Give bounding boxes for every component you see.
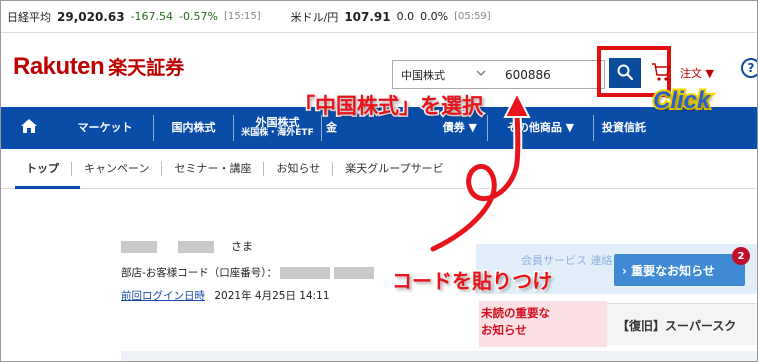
annotation-select-china: 「中国株式」を選択 bbox=[293, 93, 485, 120]
usdjpy-time: [05:59] bbox=[454, 11, 491, 22]
home-icon bbox=[20, 118, 38, 138]
customer-code-label: 部店-お客様コード（口座番号）： bbox=[121, 267, 278, 279]
masked-name bbox=[178, 241, 214, 253]
subnav-seminar[interactable]: セミナー・講座 bbox=[161, 161, 263, 176]
usdjpy-label: 米ドル/円 bbox=[290, 10, 339, 24]
nav-domestic-stock[interactable]: 国内株式 bbox=[153, 115, 233, 141]
nikkei-value: 29,020.63 bbox=[57, 9, 125, 24]
notice-count-badge: 2 bbox=[732, 247, 750, 265]
notice-row-title[interactable]: 【復旧】スーパースク bbox=[617, 317, 736, 334]
active-tab-indicator bbox=[15, 186, 80, 189]
nikkei-label: 日経平均 bbox=[7, 10, 51, 24]
content-band bbox=[121, 351, 757, 361]
unread-notice-text: 未読の重要な お知らせ bbox=[481, 306, 550, 338]
market-ticker: 日経平均 29,020.63 -167.54 -0.57% [15:15] 米ド… bbox=[1, 1, 757, 33]
subnav-top[interactable]: トップ bbox=[14, 162, 71, 176]
honorific: さま bbox=[231, 240, 253, 253]
nav-market[interactable]: マーケット bbox=[57, 115, 153, 141]
last-login-link[interactable]: 前回ログイン日時 bbox=[121, 290, 205, 302]
usdjpy-percent: 0.0% bbox=[420, 10, 449, 23]
chevron-down-icon bbox=[475, 67, 487, 82]
masked-code bbox=[280, 267, 331, 279]
logo-japanese: 楽天証券 bbox=[108, 57, 185, 79]
last-login: 前回ログイン日時 2021年 4月25日 14:11 bbox=[121, 288, 330, 303]
help-icon[interactable]: ? bbox=[741, 58, 757, 78]
last-login-date: 2021年 4月25日 14:11 bbox=[214, 290, 330, 302]
user-name: さま bbox=[121, 238, 253, 254]
customer-code: 部店-お客様コード（口座番号）： bbox=[121, 265, 374, 280]
logo-english: Rakuten bbox=[13, 53, 105, 80]
nikkei-percent: -0.57% bbox=[179, 10, 218, 23]
home-button[interactable] bbox=[1, 107, 57, 149]
annotation-click: Click bbox=[651, 85, 712, 116]
rakuten-logo[interactable]: Rakuten 楽天証券 bbox=[13, 53, 184, 81]
masked-name bbox=[121, 241, 157, 253]
subnav-news[interactable]: お知らせ bbox=[263, 161, 332, 176]
nikkei-time: [15:15] bbox=[223, 11, 261, 22]
cart-icon[interactable] bbox=[651, 61, 671, 83]
usdjpy-change: 0.0 bbox=[396, 10, 415, 23]
important-notice-button[interactable]: › 重要なお知らせ bbox=[614, 254, 745, 286]
masked-code bbox=[333, 267, 374, 279]
sub-nav: トップ キャンペーン セミナー・講座 お知らせ 楽天グループサービ bbox=[1, 149, 757, 189]
nav-investment-trust[interactable]: 投資信託 bbox=[593, 115, 659, 141]
usdjpy-value: 107.91 bbox=[344, 9, 391, 24]
order-menu[interactable]: 注文 ▼ bbox=[680, 65, 714, 81]
annotation-paste-code: コードを貼りつけ bbox=[390, 268, 553, 295]
browser-page: 日経平均 29,020.63 -167.54 -0.57% [15:15] 米ド… bbox=[0, 0, 758, 362]
subnav-campaign[interactable]: キャンペーン bbox=[71, 161, 161, 176]
nikkei-change: -167.54 bbox=[130, 10, 174, 23]
